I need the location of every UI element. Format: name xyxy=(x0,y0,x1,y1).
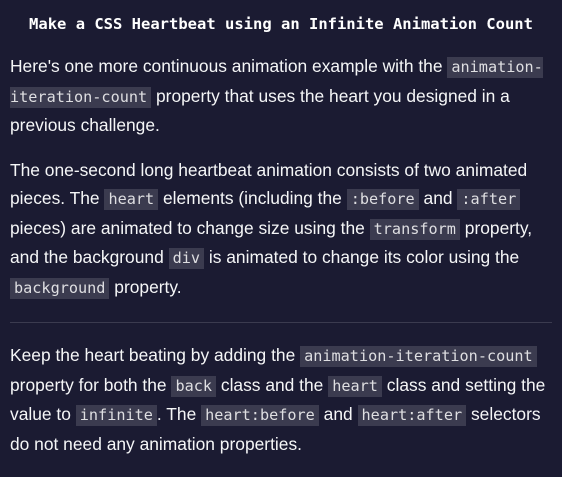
inline-code: :after xyxy=(457,189,521,210)
text: class and the xyxy=(220,374,324,395)
inline-code: heart xyxy=(104,189,159,210)
inline-code: heart:after xyxy=(357,405,467,426)
challenge-description-panel: Make a CSS Heartbeat using an Infinite A… xyxy=(0,0,562,477)
inline-code: transform xyxy=(369,218,460,240)
inline-code: heart xyxy=(328,375,382,397)
inline-code: back xyxy=(171,375,217,397)
text: is animated to change its color using th… xyxy=(208,247,520,267)
inline-code: :before xyxy=(346,189,419,210)
inline-code: infinite xyxy=(75,405,157,426)
text: and xyxy=(423,188,453,208)
section-divider xyxy=(10,322,552,323)
description-paragraph-1: Here's one more continuous animation exa… xyxy=(10,52,552,140)
instructions-paragraph: Keep the heart beating by adding the ani… xyxy=(10,341,552,458)
challenge-title: Make a CSS Heartbeat using an Infinite A… xyxy=(29,15,533,33)
text: . The xyxy=(156,404,197,424)
inline-code: background xyxy=(10,277,110,299)
text: elements (including the xyxy=(163,188,342,208)
description-paragraph-2: The one-second long heartbeat animation … xyxy=(10,156,552,303)
text: property for both the xyxy=(10,374,167,395)
inline-code: animation-iteration-count xyxy=(300,346,537,367)
text: pieces) are animated to change size usin… xyxy=(10,217,365,238)
text: Keep the heart beating by adding the xyxy=(10,345,296,365)
inline-code: div xyxy=(168,248,205,269)
text: and xyxy=(323,404,353,424)
inline-code: heart:before xyxy=(201,405,319,426)
text: property. xyxy=(114,276,182,297)
text: Here's one more continuous animation exa… xyxy=(10,56,443,76)
